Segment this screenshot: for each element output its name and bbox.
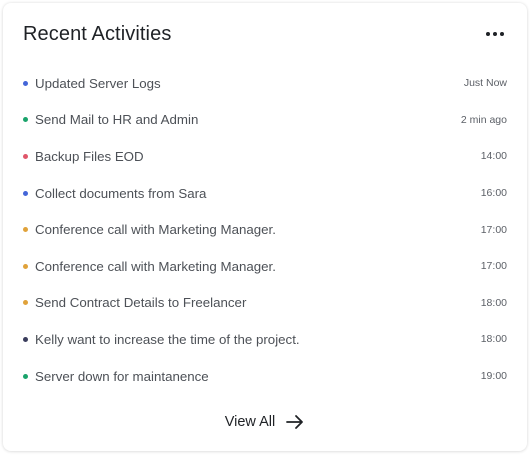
status-dot xyxy=(23,373,28,379)
activity-item[interactable]: Updated Server Logs Just Now xyxy=(23,65,507,102)
activity-item[interactable]: Send Contract Details to Freelancer 18:00 xyxy=(23,285,507,322)
activity-item[interactable]: Conference call with Marketing Manager. 1… xyxy=(23,248,507,285)
activity-label: Updated Server Logs xyxy=(35,75,161,91)
activity-label: Send Contract Details to Freelancer xyxy=(35,295,247,311)
more-horizontal-icon xyxy=(485,32,505,36)
activity-label: Server down for maintanence xyxy=(35,368,209,384)
status-dot xyxy=(23,336,28,342)
activity-list: Updated Server Logs Just Now Send Mail to … xyxy=(23,65,507,394)
activity-time: 14:00 xyxy=(480,150,507,163)
status-dot xyxy=(23,153,28,159)
activity-time: 17:00 xyxy=(480,223,507,236)
card-header: Recent Activities xyxy=(23,19,507,49)
view-all-button[interactable]: View All xyxy=(3,409,527,435)
view-all-label: View All xyxy=(224,414,276,430)
activity-time: 18:00 xyxy=(480,296,507,309)
activity-time: 18:00 xyxy=(480,333,507,346)
activity-label: Kelly want to increase the time of the p… xyxy=(35,331,300,347)
activity-item[interactable]: Backup Files EOD 14:00 xyxy=(23,138,507,175)
activity-label: Conference call with Marketing Manager. xyxy=(35,222,276,238)
activity-item[interactable]: Collect documents from Sara 16:00 xyxy=(23,175,507,212)
activity-time: 17:00 xyxy=(480,260,507,273)
activity-item[interactable]: Kelly want to increase the time of the p… xyxy=(23,321,507,358)
activity-item[interactable]: Server down for maintanence 19:00 xyxy=(23,358,507,395)
card-title: Recent Activities xyxy=(23,23,172,45)
status-dot xyxy=(23,190,28,196)
activity-label: Send Mail to HR and Admin xyxy=(35,112,199,128)
status-dot xyxy=(23,300,28,306)
activity-time: 19:00 xyxy=(480,370,507,383)
recent-activities-card: Recent Activities Updated Server Logs Jus… xyxy=(3,3,527,451)
status-dot xyxy=(23,117,28,123)
more-options-button[interactable] xyxy=(483,23,507,45)
activity-item[interactable]: Send Mail to HR and Admin 2 min ago xyxy=(23,102,507,139)
activity-label: Backup Files EOD xyxy=(35,148,144,164)
activity-time: Just Now xyxy=(463,77,507,90)
activity-time: 2 min ago xyxy=(460,113,507,126)
activity-label: Conference call with Marketing Manager. xyxy=(35,258,276,274)
status-dot xyxy=(23,263,28,269)
status-dot xyxy=(23,227,28,233)
activity-label: Collect documents from Sara xyxy=(35,185,207,201)
arrow-right-icon xyxy=(286,415,304,429)
activity-item[interactable]: Conference call with Marketing Manager. 1… xyxy=(23,211,507,248)
status-dot xyxy=(23,80,28,86)
activity-time: 16:00 xyxy=(480,187,507,200)
